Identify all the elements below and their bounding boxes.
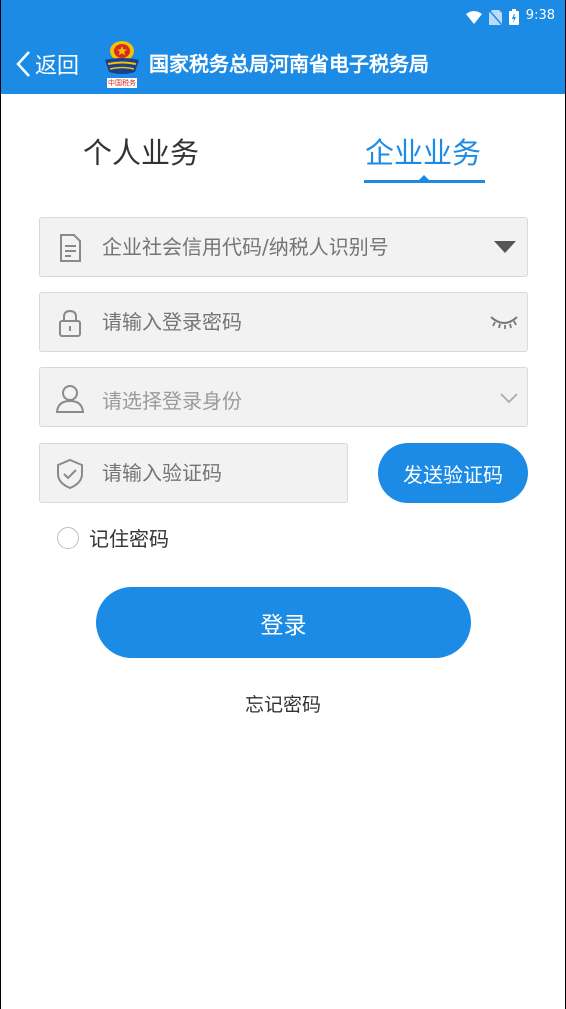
taxpayer-id-field[interactable] [39, 217, 528, 277]
app-title: 国家税务总局河南省电子税务局 [149, 52, 429, 76]
back-button[interactable]: 返回 [15, 44, 79, 84]
app-bar: 返回 中国税务 国家税务总局河南省电子税务局 [1, 34, 565, 94]
emblem-text: 中国税务 [108, 79, 136, 87]
status-bar: 9:38 [1, 0, 565, 34]
back-label: 返回 [35, 54, 80, 79]
verification-code-input[interactable] [102, 461, 332, 485]
send-code-button[interactable]: 发送验证码 [378, 443, 528, 503]
lock-icon [59, 309, 81, 337]
remember-password-option[interactable]: 记住密码 [57, 523, 169, 552]
chevron-down-icon[interactable] [499, 388, 519, 408]
tab-personal-business[interactable]: 个人业务 [83, 130, 199, 172]
dropdown-triangle-icon[interactable] [493, 238, 517, 260]
battery-icon [509, 9, 519, 25]
tab-enterprise-business[interactable]: 企业业务 [365, 130, 481, 172]
login-screen: 9:38 返回 中国税务 国家税务总局河南省电子税务局 个人业务 企业业务 企业… [1, 0, 565, 1009]
wifi-icon [466, 10, 482, 24]
verification-code-field[interactable] [39, 443, 348, 503]
password-input[interactable] [102, 310, 482, 334]
login-button[interactable]: 登录 [96, 587, 471, 658]
document-icon [60, 234, 81, 262]
status-time: 9:38 [525, 8, 555, 23]
tab-active-indicator [364, 180, 485, 183]
identity-select-value[interactable]: 请选择登录身份 [102, 385, 482, 414]
taxpayer-id-input[interactable] [102, 235, 482, 259]
remember-password-radio[interactable] [57, 526, 79, 549]
user-icon [55, 385, 85, 413]
eye-closed-icon[interactable] [489, 311, 519, 333]
identity-field[interactable]: 请选择登录身份 [39, 367, 528, 427]
remember-password-label: 记住密码 [89, 527, 169, 551]
password-field[interactable] [39, 292, 528, 352]
chevron-left-icon [16, 51, 30, 77]
shield-check-icon [57, 458, 83, 490]
forgot-password-link[interactable]: 忘记密码 [1, 690, 565, 717]
tax-emblem-logo: 中国税务 [99, 38, 145, 90]
status-icons [466, 9, 519, 25]
no-sim-icon [489, 9, 502, 25]
